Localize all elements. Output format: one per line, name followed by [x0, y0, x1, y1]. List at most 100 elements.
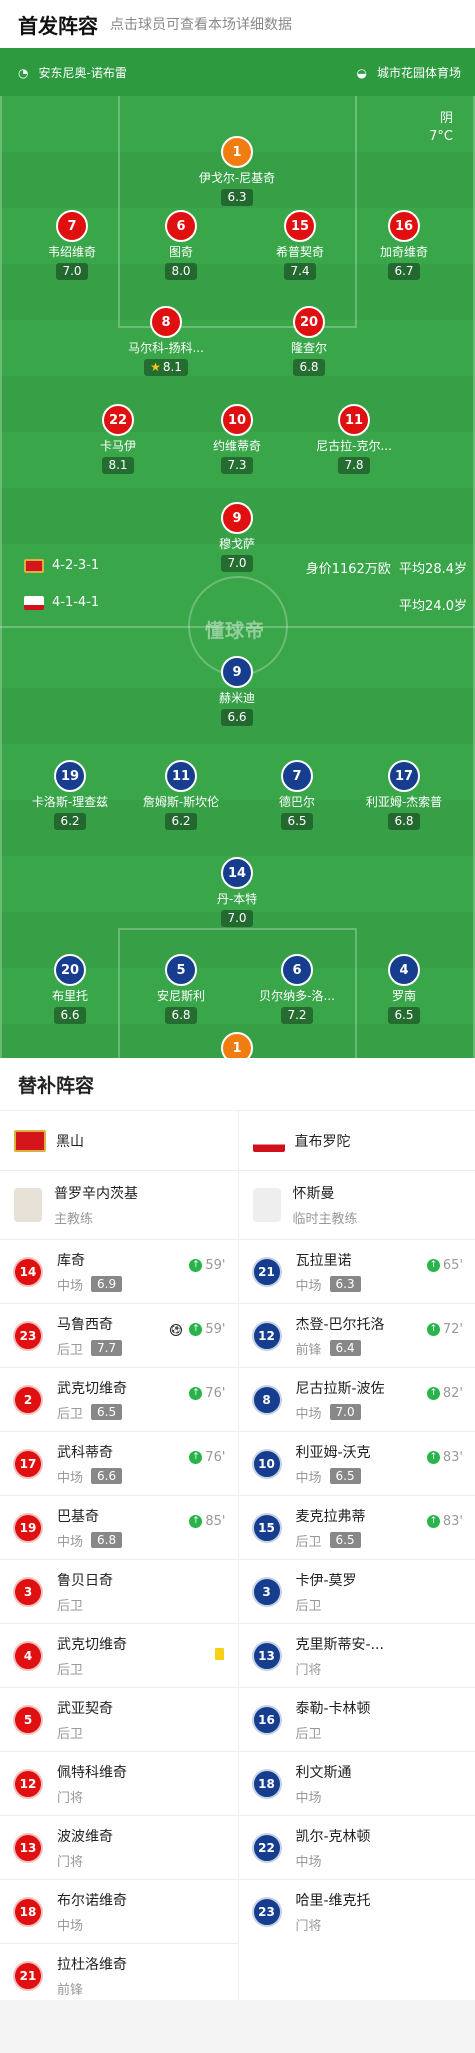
pitch-player[interactable]: 20 布里托 6.6	[15, 954, 125, 1024]
player-rating: 6.7	[388, 263, 420, 280]
sub-player-row[interactable]: 3 卡伊-莫罗 后卫	[238, 1559, 475, 1623]
pitch-player[interactable]: 10 约维蒂奇 7.3	[182, 404, 292, 474]
pitch-player[interactable]: 4 罗南 6.5	[349, 954, 459, 1024]
player-position: 后卫	[295, 1534, 322, 1550]
player-position: 后卫	[57, 1342, 84, 1358]
sub-player-row[interactable]: 17 武科蒂奇 中场 6.6 ↑ 76'	[0, 1431, 238, 1495]
weather-text: 阴	[439, 111, 453, 126]
sub-in-icon: ↑	[189, 1323, 203, 1336]
away-subs-column: 直布罗陀 怀斯曼 临时主教练 21 瓦拉里诺 中场 6.3 ↑ 65' 12 杰登-巴尔托洛 前锋…	[237, 1111, 475, 2007]
sub-player-row[interactable]: 19 巴基奇 中场 6.8 ↑ 85'	[0, 1495, 238, 1559]
sub-player-row[interactable]: 10 利亚姆-沃克 中场 6.5 ↑ 83'	[238, 1431, 475, 1495]
player-name: 布尔诺维奇	[57, 1892, 127, 1909]
pitch-player[interactable]: 1班达6.9	[182, 1032, 292, 1058]
sub-player-row[interactable]: 14 库奇 中场 6.9 ↑ 59'	[0, 1239, 238, 1303]
sub-in-icon: ↑	[426, 1259, 440, 1272]
player-name: 武亚契奇	[57, 1700, 113, 1717]
sub-player-row[interactable]: 21 拉杜洛维奇 前锋	[0, 1943, 238, 2007]
pitch-player[interactable]: 6 图奇 8.0	[126, 210, 236, 280]
pitch-player[interactable]: 19 卡洛斯-理查兹 6.2	[15, 760, 125, 830]
sub-player-row[interactable]: 15 麦克拉弗蒂 后卫 6.5 ↑ 83'	[238, 1495, 475, 1559]
sub-player-row[interactable]: 18 布尔诺维奇 中场	[0, 1879, 238, 1943]
gibraltar-flag-icon	[24, 596, 44, 610]
sub-player-row[interactable]: 4 武克切维奇 后卫	[0, 1623, 238, 1687]
sub-player-row[interactable]: 16 泰勒-卡林顿 后卫	[238, 1687, 475, 1751]
rating-value: 6.6	[60, 1008, 80, 1022]
player-meta: 中场 6.8	[57, 1531, 238, 1550]
pitch-player[interactable]: 17 利亚姆-杰索普 6.8	[349, 760, 459, 830]
player-name: 克里斯蒂安-...	[295, 1636, 384, 1653]
player-number: 16	[251, 1704, 282, 1735]
player-name: 拉杜洛维奇	[57, 1956, 127, 1973]
player-rating: 7.3	[221, 457, 253, 474]
sub-player-row[interactable]: 21 瓦拉里诺 中场 6.3 ↑ 65'	[238, 1239, 475, 1303]
player-position: 门将	[57, 1790, 84, 1806]
player-rating: 7.0	[56, 263, 88, 280]
sub-player-row[interactable]: 2 武克切维奇 后卫 6.5 ↑ 76'	[0, 1367, 238, 1431]
player-number: 4	[388, 954, 420, 986]
pitch-player[interactable]: 7 韦绍维奇 7.0	[17, 210, 127, 280]
player-number: 21	[251, 1256, 282, 1287]
player-number: 7	[56, 210, 88, 242]
pitch-player[interactable]: 6 贝尔纳多-洛... 7.2	[242, 954, 352, 1024]
star-icon: ★	[150, 360, 161, 374]
pitch-player[interactable]: 14 丹-本特 7.0	[182, 857, 292, 927]
player-position: 门将	[295, 1918, 322, 1934]
player-name: 赫米迪	[218, 691, 255, 705]
sub-player-row[interactable]: 23 哈里-维克托 门将	[238, 1879, 475, 1943]
player-position: 后卫	[295, 1726, 322, 1742]
player-name: 卡伊-莫罗	[295, 1572, 357, 1589]
pitch-player[interactable]: 9 赫米迪 6.6	[182, 656, 292, 726]
pitch-player[interactable]: 11 詹姆斯-斯坎伦 6.2	[126, 760, 236, 830]
sub-player-row[interactable]: 22 凯尔-克林顿 中场	[238, 1815, 475, 1879]
player-position: 前锋	[57, 1982, 84, 1998]
rating-value: 7.0	[227, 911, 247, 925]
lineup-hint: 点击球员可查看本场详细数据	[110, 17, 292, 33]
referee-name: 安东尼奥-诺布雷	[38, 66, 127, 80]
sub-player-info: 波波维奇 门将	[57, 1826, 238, 1870]
sub-player-info: 佩特科维奇 门将	[57, 1762, 238, 1806]
minute-text: 59'	[205, 1322, 226, 1337]
home-subs-column: 黑山 普罗辛内茨基 主教练 14 库奇 中场 6.9 ↑ 59' 23 马鲁西奇 后卫 7.7 ⚽ ↑ 5…	[0, 1111, 238, 2007]
sub-player-row[interactable]: 13 波波维奇 门将	[0, 1815, 238, 1879]
pitch-player[interactable]: 1 伊戈尔-尼基奇 6.3	[182, 136, 292, 206]
player-position: 中场	[295, 1470, 322, 1486]
pitch-player[interactable]: 15 希普契奇 7.4	[245, 210, 355, 280]
sub-player-row[interactable]: 3 鲁贝日奇 后卫	[0, 1559, 238, 1623]
sub-in-minute: ↑ 76'	[189, 1450, 226, 1465]
pitch-player[interactable]: 7 德巴尔 6.5	[242, 760, 352, 830]
player-number: 13	[251, 1640, 282, 1671]
sub-player-row[interactable]: 12 杰登-巴尔托洛 前锋 6.4 ↑ 72'	[238, 1303, 475, 1367]
sub-in-minute: ↑ 72'	[426, 1322, 463, 1337]
sub-player-row[interactable]: 13 克里斯蒂安-... 门将	[238, 1623, 475, 1687]
pitch-player[interactable]: 5 安尼斯利 6.8	[126, 954, 236, 1024]
player-meta: 中场	[57, 1915, 238, 1934]
home-subs-team[interactable]: 黑山	[0, 1111, 238, 1171]
pitch-player[interactable]: 8 马尔科-扬科... ★ 8.1	[111, 306, 221, 376]
pitch-player[interactable]: 16 加奇维奇 6.7	[349, 210, 459, 280]
player-number: 23	[251, 1896, 282, 1927]
sub-player-row[interactable]: 23 马鲁西奇 后卫 7.7 ⚽ ↑ 59'	[0, 1303, 238, 1367]
away-team-name: 直布罗陀	[294, 1133, 351, 1150]
rating-value: 7.8	[344, 458, 364, 472]
sub-player-row[interactable]: 8 尼古拉斯-波佐 中场 7.0 ↑ 82'	[238, 1367, 475, 1431]
sub-player-info: 布尔诺维奇 中场	[57, 1890, 238, 1934]
player-number: 23	[13, 1320, 43, 1351]
sub-player-row[interactable]: 5 武亚契奇 后卫	[0, 1687, 238, 1751]
sub-player-row[interactable]: 12 佩特科维奇 门将	[0, 1751, 238, 1815]
player-meta: 后卫	[57, 1723, 238, 1742]
player-name: 卡马伊	[99, 439, 136, 453]
player-meta: 中场	[296, 1851, 475, 1870]
pitch-player[interactable]: 22 卡马伊 8.1	[63, 404, 173, 474]
away-coach[interactable]: 怀斯曼 临时主教练	[239, 1171, 475, 1239]
away-subs-team[interactable]: 直布罗陀	[238, 1111, 475, 1171]
pitch-player[interactable]: 11 尼古拉-克尔... 7.8	[299, 404, 409, 474]
montenegro-flag-icon	[24, 559, 44, 573]
home-formation: 4-2-3-1	[52, 558, 100, 573]
pitch-player[interactable]: 20 隆查尔 6.8	[254, 306, 364, 376]
sub-player-row[interactable]: 18 利文斯通 中场	[238, 1751, 475, 1815]
rating-value: 6.8	[394, 814, 414, 828]
pitch-player[interactable]: 9 穆戈萨 7.0	[182, 502, 292, 572]
home-coach[interactable]: 普罗辛内茨基 主教练	[0, 1171, 238, 1239]
rating-value: 6.3	[227, 190, 247, 204]
